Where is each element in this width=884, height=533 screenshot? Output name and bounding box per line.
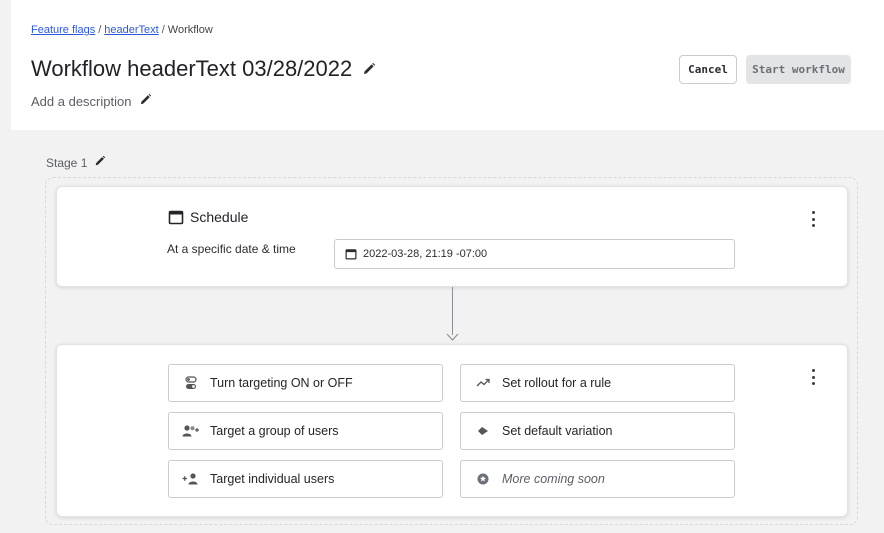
- diamond-icon: [474, 424, 492, 438]
- actions-card: Turn targeting ON or OFF Set rollout for…: [56, 344, 848, 517]
- breadcrumb-link-feature-flags[interactable]: Feature flags: [31, 24, 95, 36]
- schedule-card: Schedule At a specific date & time 2022-…: [56, 186, 848, 287]
- action-label: Set default variation: [502, 424, 613, 438]
- description-placeholder: Add a description: [31, 93, 132, 109]
- star-badge-icon: [474, 472, 492, 486]
- breadcrumb-current: Workflow: [167, 24, 213, 36]
- edit-description-pencil-icon[interactable]: [139, 93, 152, 109]
- action-set-default-variation[interactable]: Set default variation: [460, 412, 735, 450]
- action-target-group[interactable]: Target a group of users: [168, 412, 443, 450]
- action-label: Target a group of users: [210, 424, 339, 438]
- action-more-coming-soon: More coming soon: [460, 460, 735, 498]
- start-workflow-button[interactable]: Start workflow: [746, 55, 851, 84]
- cancel-button[interactable]: Cancel: [679, 55, 737, 84]
- edit-title-pencil-icon[interactable]: [362, 56, 376, 82]
- toggle-icon: [182, 376, 200, 390]
- stage-label-text: Stage 1: [46, 155, 88, 170]
- datetime-input[interactable]: 2022-03-28, 21:19 -07:00: [334, 239, 735, 269]
- breadcrumb-separator: /: [161, 24, 165, 36]
- breadcrumb: Feature flags / headerText / Workflow: [31, 24, 213, 36]
- action-label: Set rollout for a rule: [502, 376, 612, 390]
- calendar-icon: [168, 210, 184, 225]
- datetime-value: 2022-03-28, 21:19 -07:00: [363, 248, 488, 260]
- action-label: More coming soon: [502, 472, 605, 486]
- connector-line: [452, 287, 453, 335]
- page-title: Workflow headerText 03/28/2022: [31, 56, 376, 82]
- schedule-title-text: Schedule: [190, 209, 249, 225]
- breadcrumb-link-flag[interactable]: headerText: [104, 24, 158, 36]
- trend-icon: [474, 376, 492, 390]
- add-user-icon: [182, 472, 200, 486]
- action-target-individual[interactable]: Target individual users: [168, 460, 443, 498]
- schedule-more-menu-button[interactable]: [811, 211, 815, 227]
- description-field[interactable]: Add a description: [31, 93, 152, 109]
- action-label: Target individual users: [210, 472, 335, 486]
- action-turn-targeting[interactable]: Turn targeting ON or OFF: [168, 364, 443, 402]
- schedule-type-label: At a specific date & time: [167, 242, 296, 256]
- users-group-icon: [182, 424, 200, 438]
- edit-stage-pencil-icon[interactable]: [94, 155, 106, 170]
- breadcrumb-separator: /: [98, 24, 102, 36]
- calendar-icon: [345, 249, 357, 260]
- arrow-down-icon: [446, 333, 459, 341]
- schedule-title: Schedule: [168, 209, 248, 225]
- action-set-rollout[interactable]: Set rollout for a rule: [460, 364, 735, 402]
- actions-more-menu-button[interactable]: [811, 369, 815, 385]
- stage-label: Stage 1: [46, 155, 106, 170]
- action-label: Turn targeting ON or OFF: [210, 376, 353, 390]
- page-title-text: Workflow headerText 03/28/2022: [31, 56, 353, 81]
